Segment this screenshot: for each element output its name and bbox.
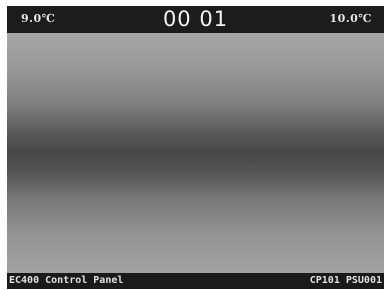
footer-bar: EC400 Control Panel CP101 PSU001 — [7, 273, 384, 289]
device-id-label: CP101 PSU001 — [309, 275, 382, 286]
display-screen: 9.0℃ 00 01 10.0℃ EC400 Control Panel CP1… — [7, 6, 384, 289]
right-temperature-readout: 10.0℃ — [329, 12, 372, 25]
panel-name-label: EC400 Control Panel — [9, 275, 124, 286]
camera-viewport — [7, 33, 384, 273]
status-bar: 9.0℃ 00 01 10.0℃ — [7, 6, 384, 33]
clock-readout: 00 01 — [162, 7, 229, 31]
